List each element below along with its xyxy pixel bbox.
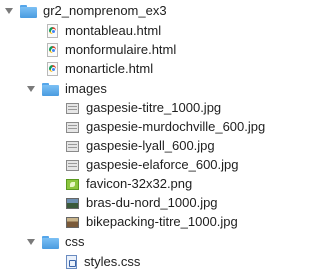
- photo-file-icon: [66, 216, 79, 228]
- chevron-down-icon[interactable]: [5, 8, 13, 14]
- file-label: bikepacking-titre_1000.jpg: [86, 214, 238, 229]
- tree-file-bras-du-nord[interactable]: bras-du-nord_1000.jpg: [66, 193, 218, 213]
- chevron-down-icon[interactable]: [27, 239, 35, 245]
- png-file-icon: [66, 178, 79, 190]
- folder-icon: [42, 82, 59, 96]
- folder-icon: [42, 235, 59, 249]
- tree-file-bikepacking-titre[interactable]: bikepacking-titre_1000.jpg: [66, 212, 238, 232]
- file-label: montableau.html: [65, 23, 162, 38]
- chrome-html-icon: [47, 62, 58, 76]
- image-file-icon: [66, 159, 79, 171]
- folder-label: images: [65, 81, 107, 96]
- file-label: gaspesie-elaforce_600.jpg: [86, 157, 239, 172]
- image-file-icon: [66, 140, 79, 152]
- tree-file-gaspesie-lyall[interactable]: gaspesie-lyall_600.jpg: [66, 136, 215, 156]
- folder-label: css: [65, 234, 85, 249]
- chrome-html-icon: [47, 24, 58, 38]
- file-label: gaspesie-murdochville_600.jpg: [86, 119, 266, 134]
- file-label: styles.css: [84, 254, 141, 269]
- file-label: gaspesie-lyall_600.jpg: [86, 138, 215, 153]
- tree-file-gaspesie-elaforce[interactable]: gaspesie-elaforce_600.jpg: [66, 155, 239, 175]
- tree-folder-root[interactable]: gr2_nomprenom_ex3: [5, 1, 167, 21]
- file-label: bras-du-nord_1000.jpg: [86, 195, 218, 210]
- tree-folder-images[interactable]: images: [27, 79, 107, 99]
- chevron-down-icon[interactable]: [27, 86, 35, 92]
- image-file-icon: [66, 102, 79, 114]
- file-label: monformulaire.html: [65, 42, 177, 57]
- photo-file-icon: [66, 197, 79, 209]
- tree-folder-css[interactable]: css: [27, 232, 85, 252]
- tree-file-styles[interactable]: styles.css: [66, 252, 140, 272]
- file-tree: gr2_nomprenom_ex3 montableau.html monfor…: [0, 0, 275, 279]
- folder-label: gr2_nomprenom_ex3: [43, 3, 167, 18]
- file-label: favicon-32x32.png: [86, 176, 193, 191]
- folder-icon: [20, 4, 37, 18]
- tree-file-monformulaire[interactable]: monformulaire.html: [47, 40, 176, 60]
- css-file-icon: [66, 255, 77, 269]
- file-label: gaspesie-titre_1000.jpg: [86, 100, 222, 115]
- file-label: monarticle.html: [65, 61, 154, 76]
- tree-file-montableau[interactable]: montableau.html: [47, 21, 161, 41]
- tree-file-gaspesie-murdochville[interactable]: gaspesie-murdochville_600.jpg: [66, 117, 265, 137]
- image-file-icon: [66, 121, 79, 133]
- tree-file-favicon[interactable]: favicon-32x32.png: [66, 174, 192, 194]
- chrome-html-icon: [47, 43, 58, 57]
- tree-file-monarticle[interactable]: monarticle.html: [47, 59, 153, 79]
- tree-file-gaspesie-titre[interactable]: gaspesie-titre_1000.jpg: [66, 98, 221, 118]
